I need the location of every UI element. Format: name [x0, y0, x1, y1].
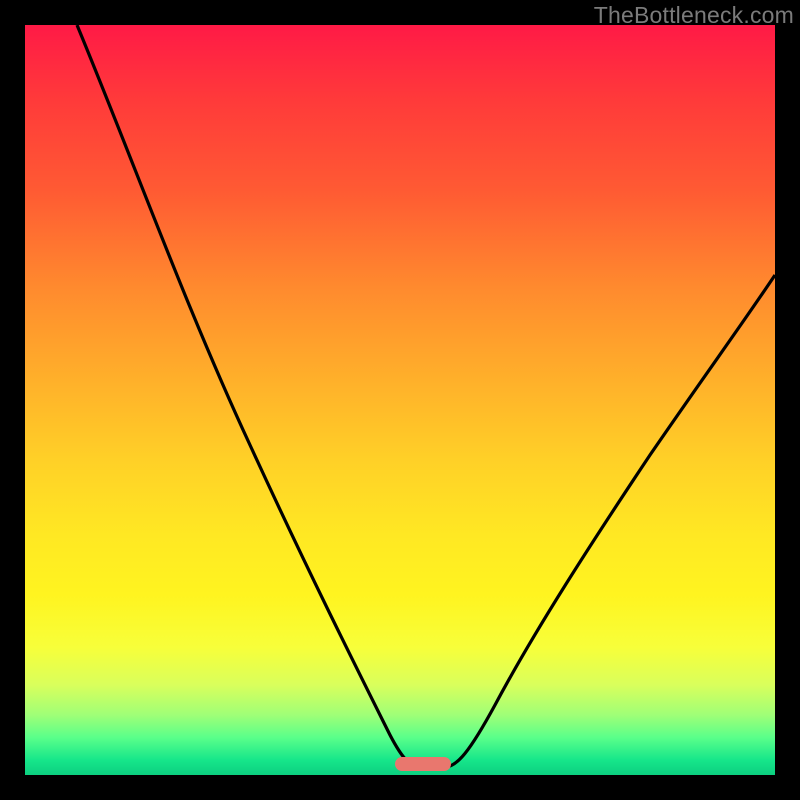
chart-frame: TheBottleneck.com [0, 0, 800, 800]
plot-area [25, 25, 775, 775]
bottleneck-curve [25, 25, 775, 775]
bottleneck-marker [395, 757, 451, 771]
curve-right-branch [445, 275, 775, 767]
curve-left-branch [77, 25, 420, 767]
watermark-text: TheBottleneck.com [594, 2, 794, 29]
